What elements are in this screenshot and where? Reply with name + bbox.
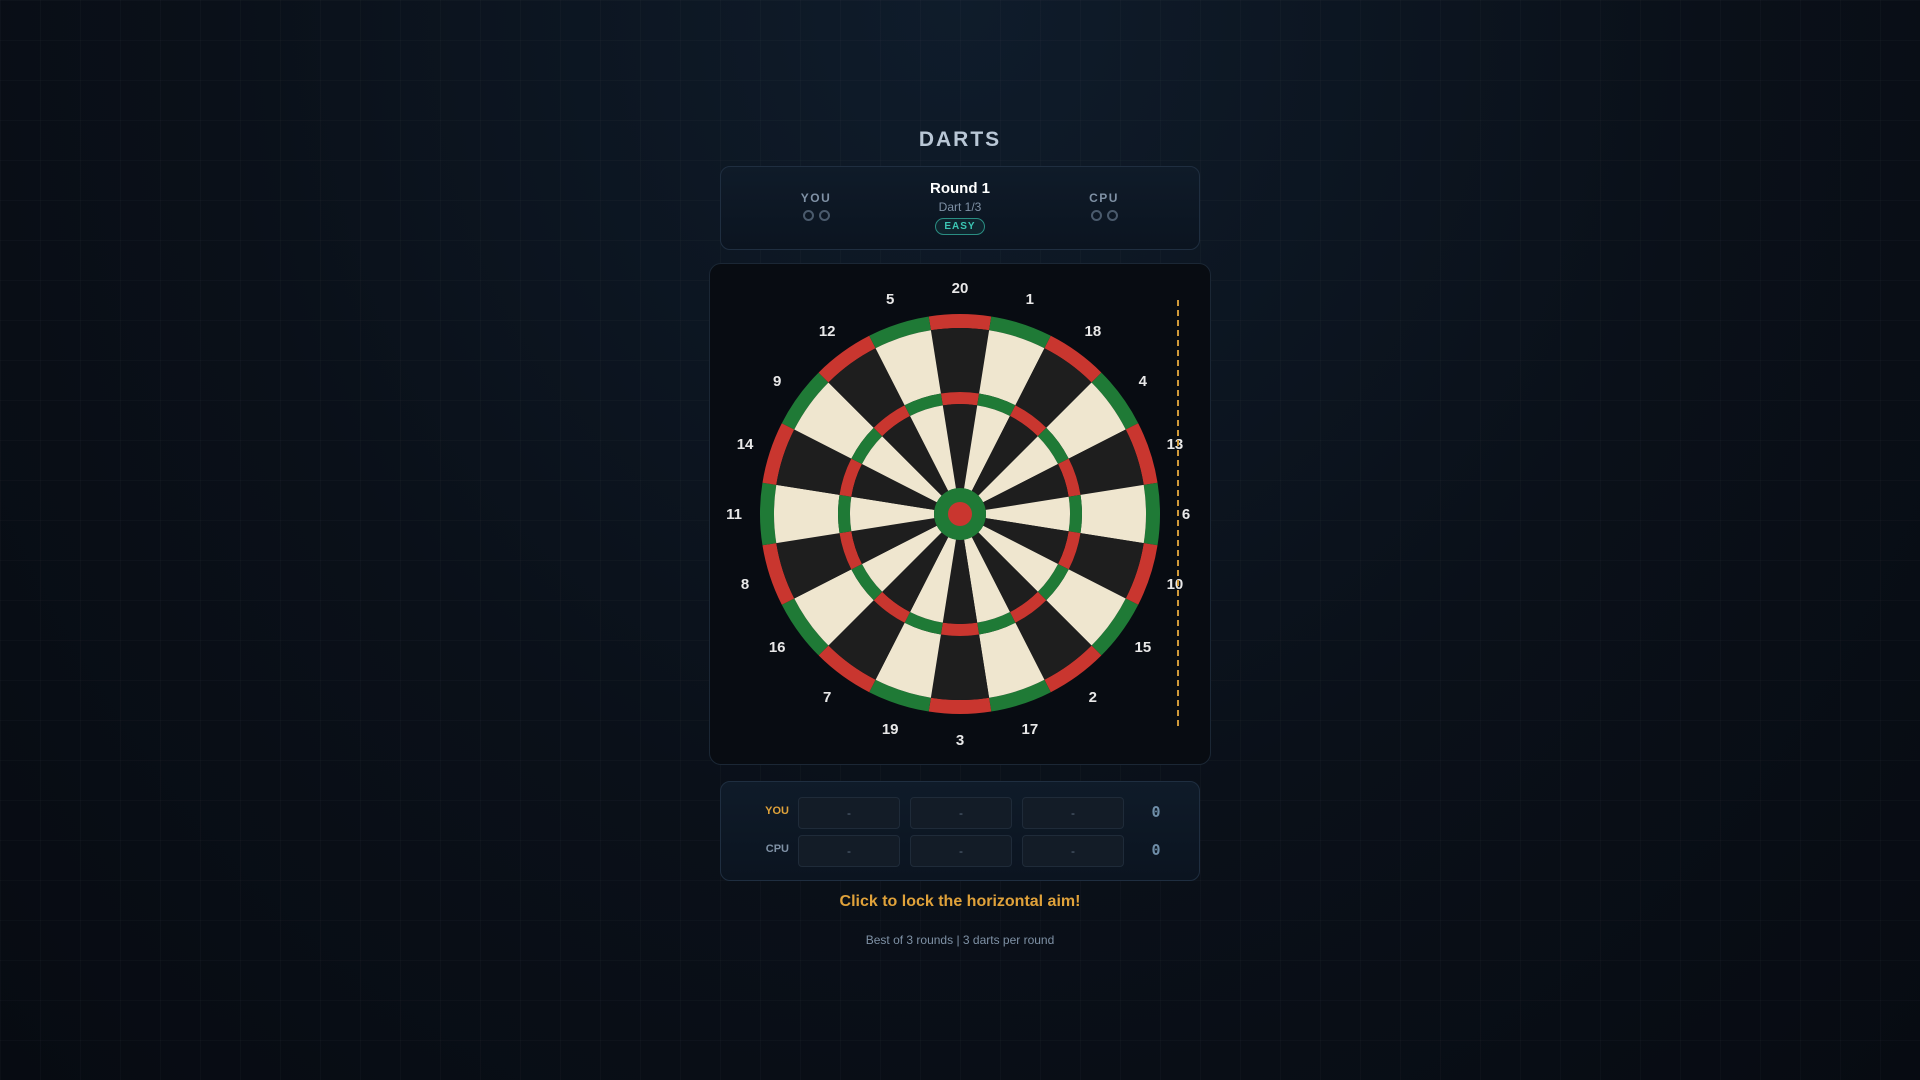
double-ring-segment-3[interactable] (928, 697, 992, 714)
board-number-11: 11 (726, 506, 742, 523)
cpu-round-pip (1106, 210, 1118, 221)
difficulty-badge: EASY (935, 218, 985, 235)
dart-score-cell: - (1022, 835, 1124, 867)
board-number-18: 18 (1084, 323, 1101, 340)
outer-single-segment-3[interactable] (930, 634, 990, 700)
round-total: 0 (1151, 803, 1161, 821)
triple-ring-segment-20[interactable] (940, 392, 980, 406)
dartboard-panel[interactable]: 20 1 18 4 13 6 10 15 2 17 3 19 7 16 8 11 14 9 12 5 (709, 263, 1211, 765)
triple-ring-segment-3[interactable] (940, 622, 980, 636)
board-number-13: 13 (1167, 436, 1184, 453)
board-number-20: 20 (952, 280, 969, 297)
row-label: CPU (765, 843, 789, 855)
match-status-panel: YOU Round 1 Dart 1/3 EASY CPU (720, 166, 1200, 250)
board-number-9: 9 (773, 373, 781, 390)
game-title: DARTS (918, 128, 1002, 151)
dart-score-cell: - (1022, 797, 1124, 829)
dart-score-cell: - (798, 835, 900, 867)
dart-score-cell: - (798, 797, 900, 829)
board-number-12: 12 (819, 323, 836, 340)
board-number-4: 4 (1139, 373, 1148, 390)
cpu-round-pip (1090, 210, 1102, 221)
bullseye[interactable] (948, 502, 972, 526)
cpu-status: CPU (1044, 191, 1164, 221)
board-number-14: 14 (737, 436, 754, 453)
board-number-16: 16 (769, 639, 786, 656)
board-number-3: 3 (956, 732, 964, 749)
board-number-17: 17 (1021, 721, 1038, 738)
board-number-5: 5 (886, 291, 894, 308)
board-number-2: 2 (1089, 689, 1097, 706)
outer-single-segment-11[interactable] (774, 484, 840, 544)
double-ring-segment-11[interactable] (760, 482, 777, 546)
cpu-label: CPU (1089, 191, 1119, 205)
board-number-8: 8 (741, 576, 749, 593)
board-number-15: 15 (1134, 639, 1151, 656)
dartboard[interactable]: 20 1 18 4 13 6 10 15 2 17 3 19 7 16 8 11 14 9 12 5 (710, 264, 1210, 764)
rules-note: Best of 3 rounds | 3 darts per round (865, 933, 1055, 947)
dart-score-cell: - (910, 835, 1012, 867)
double-ring-segment-20[interactable] (928, 314, 992, 331)
scoreboard-row-you: YOU - - - 0 (721, 797, 1199, 829)
board-number-6: 6 (1182, 506, 1190, 523)
board-number-1: 1 (1026, 291, 1034, 308)
instruction-text: Click to lock the horizontal aim! (839, 893, 1081, 910)
dartboard-segments[interactable] (760, 314, 1160, 714)
board-number-7: 7 (823, 689, 831, 706)
cpu-round-pips (1044, 210, 1164, 221)
outer-single-segment-6[interactable] (1080, 484, 1146, 544)
triple-ring-segment-11[interactable] (838, 494, 852, 534)
board-number-19: 19 (882, 721, 899, 738)
row-label: YOU (765, 805, 789, 817)
dart-score-cell: - (910, 797, 1012, 829)
outer-single-segment-20[interactable] (930, 328, 990, 394)
triple-ring-segment-6[interactable] (1068, 494, 1082, 534)
double-ring-segment-6[interactable] (1143, 482, 1160, 546)
scoreboard: YOU - - - 0 CPU - - - 0 (720, 781, 1200, 881)
round-total: 0 (1151, 841, 1161, 859)
board-number-10: 10 (1167, 576, 1184, 593)
scoreboard-row-cpu: CPU - - - 0 (721, 835, 1199, 867)
